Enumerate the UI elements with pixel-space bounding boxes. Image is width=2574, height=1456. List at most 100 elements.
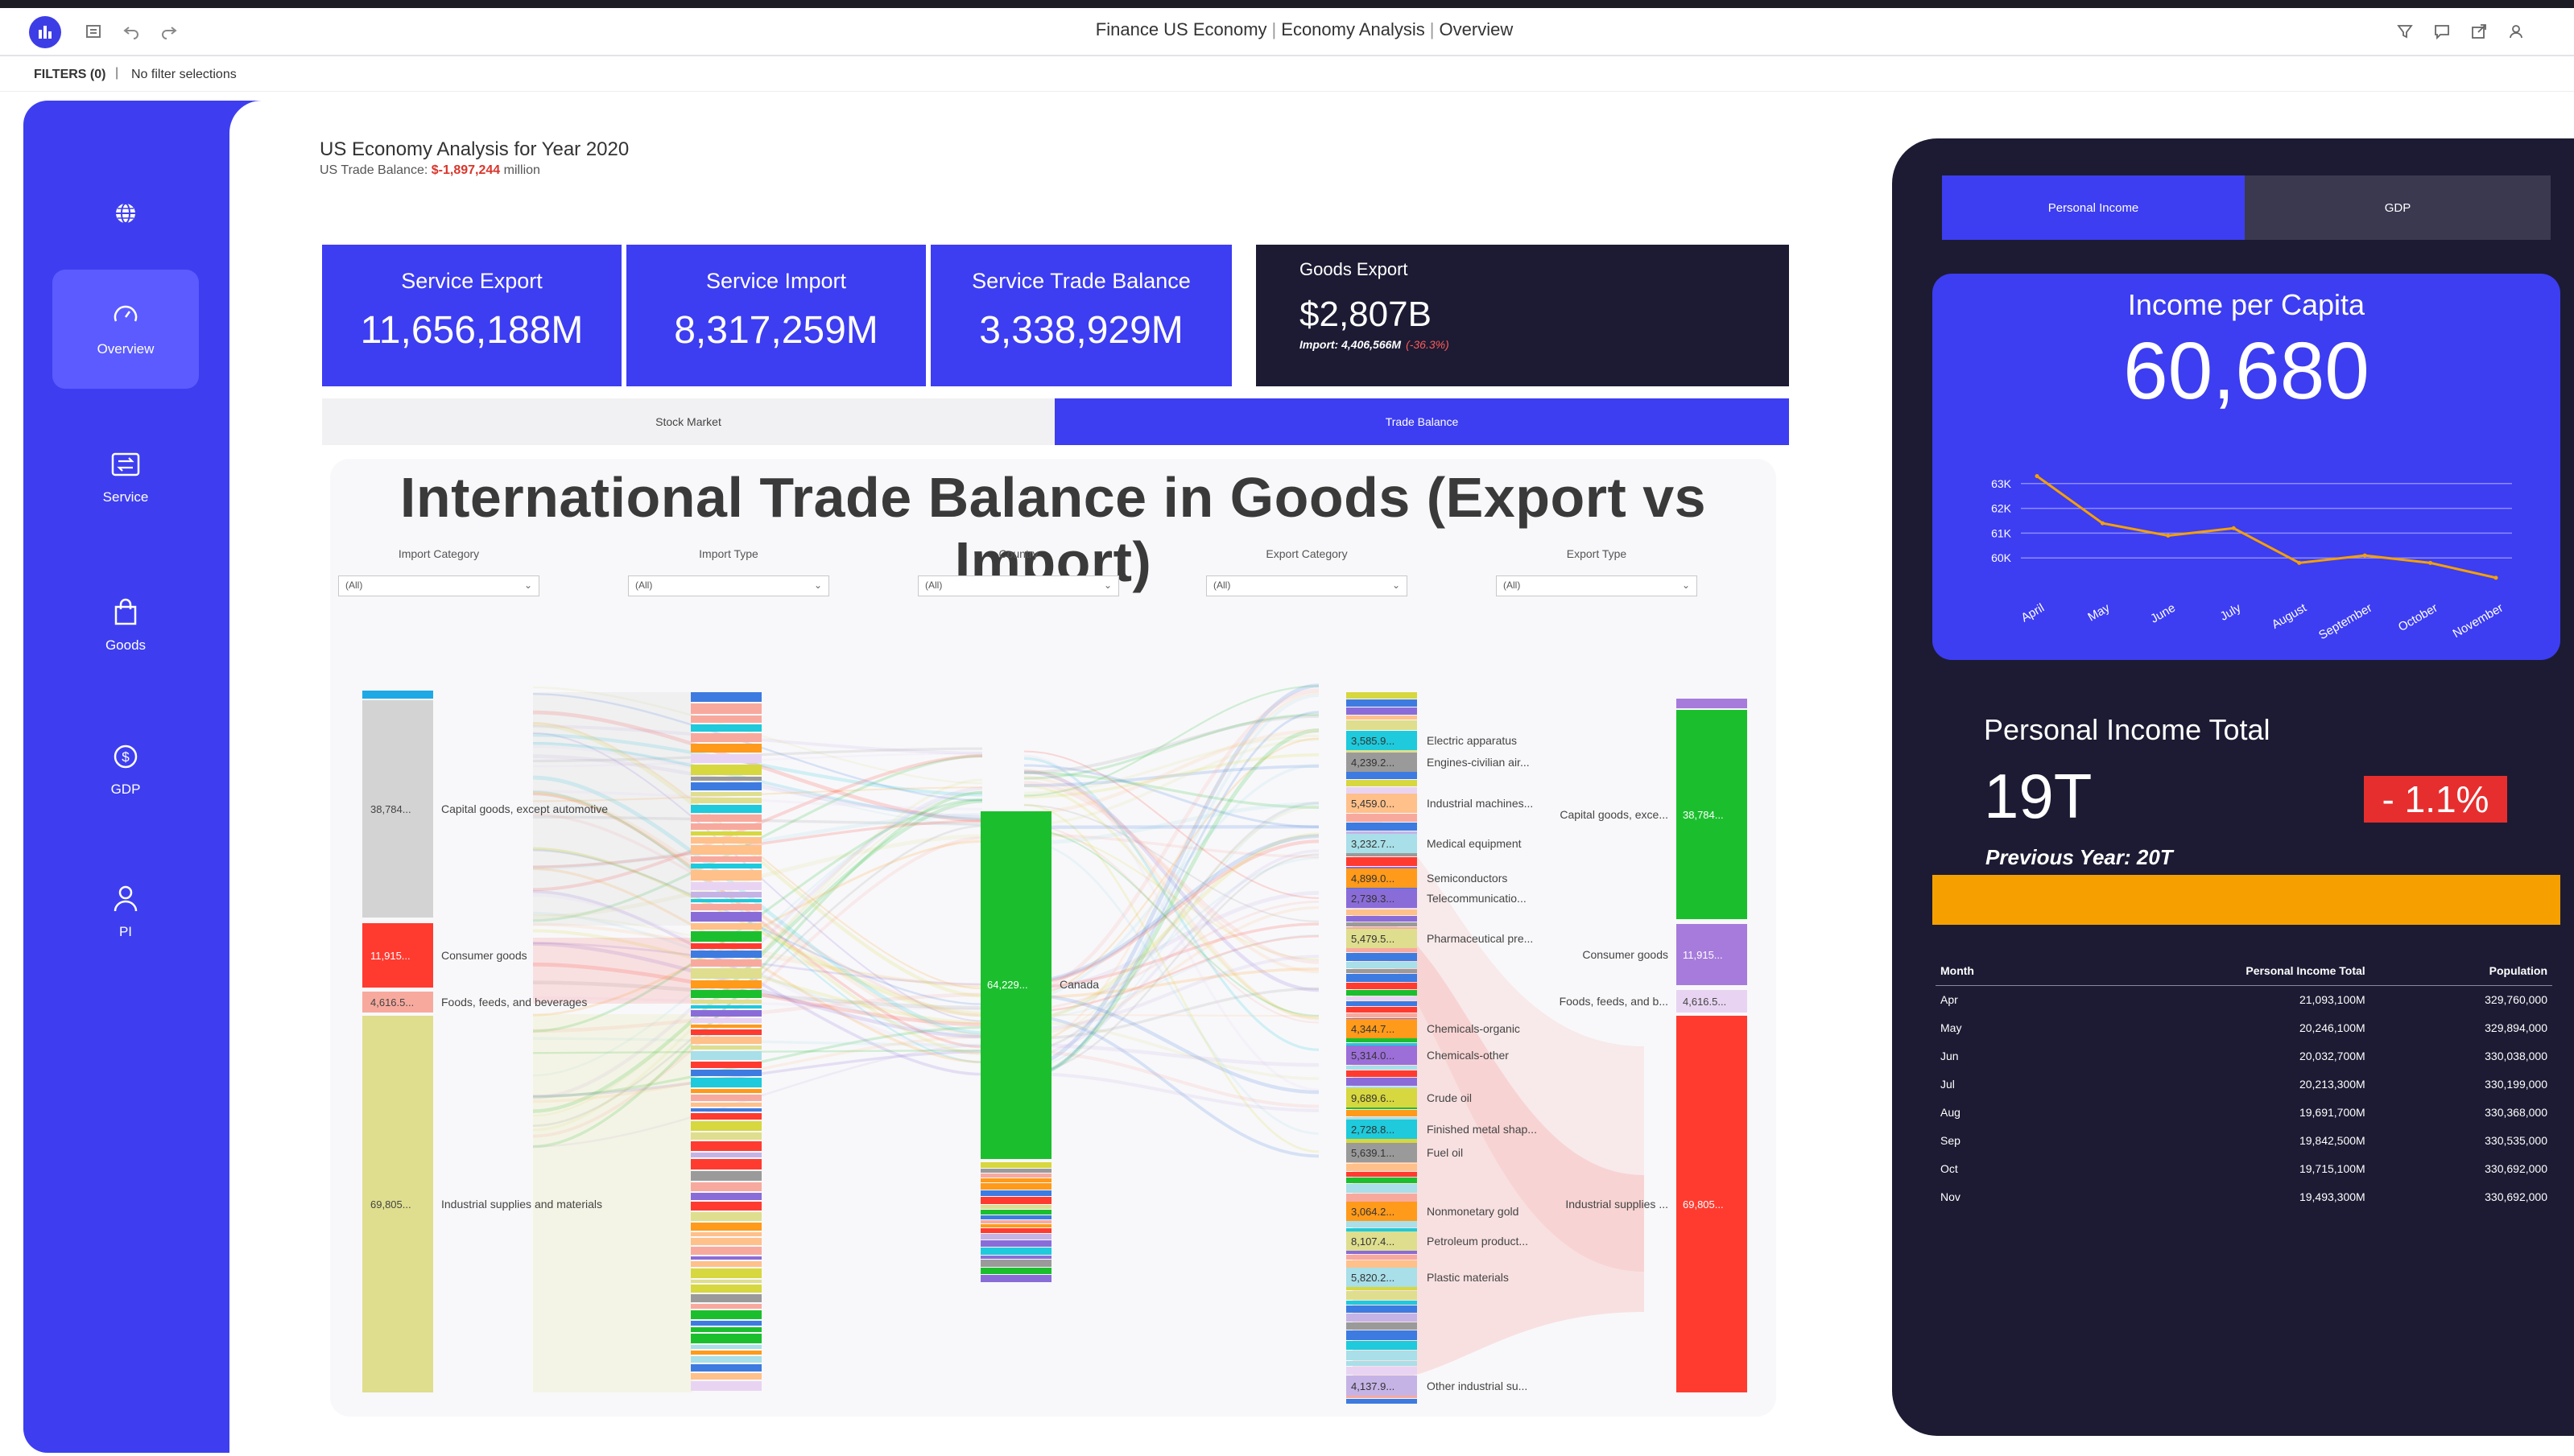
sankey-node-import-type[interactable]	[691, 1334, 762, 1343]
tab-trade-balance[interactable]: Trade Balance	[1055, 398, 1789, 445]
comment-icon[interactable]	[2430, 19, 2454, 43]
sankey-node-import-type[interactable]	[691, 754, 762, 763]
table-row[interactable]: Jul 20,213,300M 330,199,000	[1936, 1070, 2552, 1099]
sankey-node-export-type[interactable]	[1346, 1367, 1417, 1375]
undo-icon[interactable]	[119, 19, 143, 43]
sankey-node-import-type[interactable]	[691, 792, 762, 796]
sankey-node-export-type[interactable]	[1346, 983, 1417, 989]
sankey-node-import-type[interactable]	[691, 980, 762, 988]
data-point[interactable]	[2362, 553, 2367, 558]
kpi-card-service-export[interactable]: Service Export 11,656,188M	[322, 245, 622, 386]
sankey-node-country[interactable]	[981, 1248, 1051, 1255]
data-point[interactable]	[2428, 560, 2433, 565]
sankey-node-import-type[interactable]	[691, 943, 762, 949]
sankey-node-import-type[interactable]	[691, 1256, 762, 1260]
sidebar-item-pi[interactable]: PI	[52, 852, 199, 971]
sankey-node-import-type[interactable]	[691, 1089, 762, 1093]
sankey-node-import-type[interactable]	[691, 1202, 762, 1211]
sankey-node-import-type[interactable]	[691, 1232, 762, 1236]
sankey-node-import-type[interactable]	[691, 815, 762, 822]
sankey-node-import-type[interactable]	[691, 904, 762, 910]
page-list-icon[interactable]	[81, 19, 105, 43]
sankey-node-import-type[interactable]	[691, 1381, 762, 1391]
kpi-card-service-import[interactable]: Service Import 8,317,259M	[626, 245, 926, 386]
sankey-node-export-type[interactable]	[1346, 814, 1417, 822]
sankey-node-import-type[interactable]	[691, 1261, 762, 1267]
sankey-node-import-type[interactable]	[691, 1159, 762, 1169]
sankey-node-export-type[interactable]	[1346, 1351, 1417, 1360]
sankey-node-import-type[interactable]	[691, 1223, 762, 1231]
sankey-node-export-type[interactable]	[1346, 969, 1417, 973]
sankey-node-import-type[interactable]	[691, 1010, 762, 1017]
sankey-node-import-type[interactable]	[691, 1285, 762, 1293]
sankey-node-country[interactable]	[981, 1234, 1051, 1239]
tab-gdp[interactable]: GDP	[2245, 175, 2551, 240]
sankey-node-country[interactable]	[981, 1256, 1051, 1259]
data-point[interactable]	[2493, 575, 2498, 580]
sankey-node-import-type[interactable]	[691, 744, 762, 753]
sankey-node-export-type[interactable]	[1346, 1184, 1417, 1193]
sankey-node-import-type[interactable]	[691, 1171, 762, 1181]
sankey-node-import-type[interactable]	[691, 1153, 762, 1157]
data-point[interactable]	[2297, 560, 2302, 565]
sankey-node-import-type[interactable]	[691, 1294, 762, 1302]
column-header[interactable]: Population	[2369, 958, 2552, 986]
sankey-node-export-type[interactable]	[1346, 857, 1417, 866]
sankey-node-import-type[interactable]	[691, 959, 762, 967]
sankey-node-import-type[interactable]	[691, 899, 762, 902]
sankey-node-export-type[interactable]	[1346, 916, 1417, 922]
sankey-node-import-type[interactable]	[691, 1051, 762, 1060]
sankey-node-import-type[interactable]	[691, 931, 762, 942]
sankey-node-country[interactable]	[981, 1220, 1051, 1223]
goods-export-card[interactable]: Goods Export $2,807B Import: 4,406,566M (…	[1256, 245, 1789, 386]
redo-icon[interactable]	[157, 19, 181, 43]
sankey-node-import-type[interactable]	[691, 765, 762, 775]
sankey-node-import-type[interactable]	[691, 1046, 762, 1050]
table-row[interactable]: Sep 19,842,500M 330,535,000	[1936, 1127, 2552, 1155]
sankey-node-import-type[interactable]	[691, 1345, 762, 1349]
sankey-node-country[interactable]	[981, 1173, 1051, 1178]
sankey-node-import-type[interactable]	[691, 1132, 762, 1140]
sankey-node-import-type[interactable]	[691, 724, 762, 732]
breadcrumb-item[interactable]: Finance US Economy	[1096, 19, 1267, 39]
sankey-node-country[interactable]	[981, 1190, 1051, 1196]
sidebar-item-gdp[interactable]: $ GDP	[52, 711, 199, 830]
sankey-node-export-type[interactable]	[1346, 1322, 1417, 1330]
sankey-node-country[interactable]	[981, 1169, 1051, 1173]
table-row[interactable]: Aug 19,691,700M 330,368,000	[1936, 1099, 2552, 1127]
sankey-node-import-type[interactable]	[691, 692, 762, 702]
filter-icon[interactable]	[2393, 19, 2417, 43]
sankey-node-import-type[interactable]	[691, 823, 762, 830]
sankey-node-export-type[interactable]	[1346, 780, 1417, 786]
table-row[interactable]: Nov 19,493,300M 330,692,000	[1936, 1183, 2552, 1211]
sankey-node-export-type[interactable]	[1346, 974, 1417, 982]
sankey-node-import-type[interactable]	[691, 892, 762, 897]
sankey-node-export-type[interactable]	[1346, 1070, 1417, 1077]
sankey-node-import-type[interactable]	[691, 1238, 762, 1245]
sankey-node-import-type[interactable]	[691, 923, 762, 930]
sankey-node-import-type[interactable]	[691, 864, 762, 868]
sankey-node-import-type[interactable]	[691, 805, 762, 813]
sankey-node-export-type[interactable]	[1346, 922, 1417, 926]
sankey-node-export-type[interactable]	[1346, 909, 1417, 915]
sankey-node-export-type[interactable]	[1346, 1291, 1417, 1300]
sankey-node-import-type[interactable]	[691, 782, 762, 790]
sankey-node-import-type[interactable]	[691, 951, 762, 958]
table-row[interactable]: Apr 21,093,100M 329,760,000	[1936, 986, 2552, 1014]
sankey-node-import-type[interactable]	[691, 1029, 762, 1035]
sankey-node-import-type[interactable]	[691, 703, 762, 714]
sankey-node-country[interactable]	[981, 1268, 1051, 1274]
sankey-node-export-type[interactable]	[1346, 720, 1417, 730]
sankey-node-import-type[interactable]	[691, 1025, 762, 1028]
kpi-card-service-trade-balance[interactable]: Service Trade Balance 3,338,929M	[931, 245, 1232, 386]
sankey-node-country[interactable]	[981, 1228, 1051, 1233]
sankey-node-import-type[interactable]	[691, 1018, 762, 1023]
sankey-node-import-type[interactable]	[691, 845, 762, 855]
table-row[interactable]: May 20,246,100M 329,894,000	[1936, 1014, 2552, 1042]
sankey-node-export-type[interactable]	[1346, 953, 1417, 961]
sankey-node-country[interactable]	[981, 1215, 1051, 1219]
sankey-node-import-type[interactable]	[691, 856, 762, 862]
sankey-node-import-type[interactable]	[691, 1121, 762, 1131]
sankey-node-import-type[interactable]	[691, 912, 762, 922]
sankey-node-import-type[interactable]	[691, 1182, 762, 1191]
